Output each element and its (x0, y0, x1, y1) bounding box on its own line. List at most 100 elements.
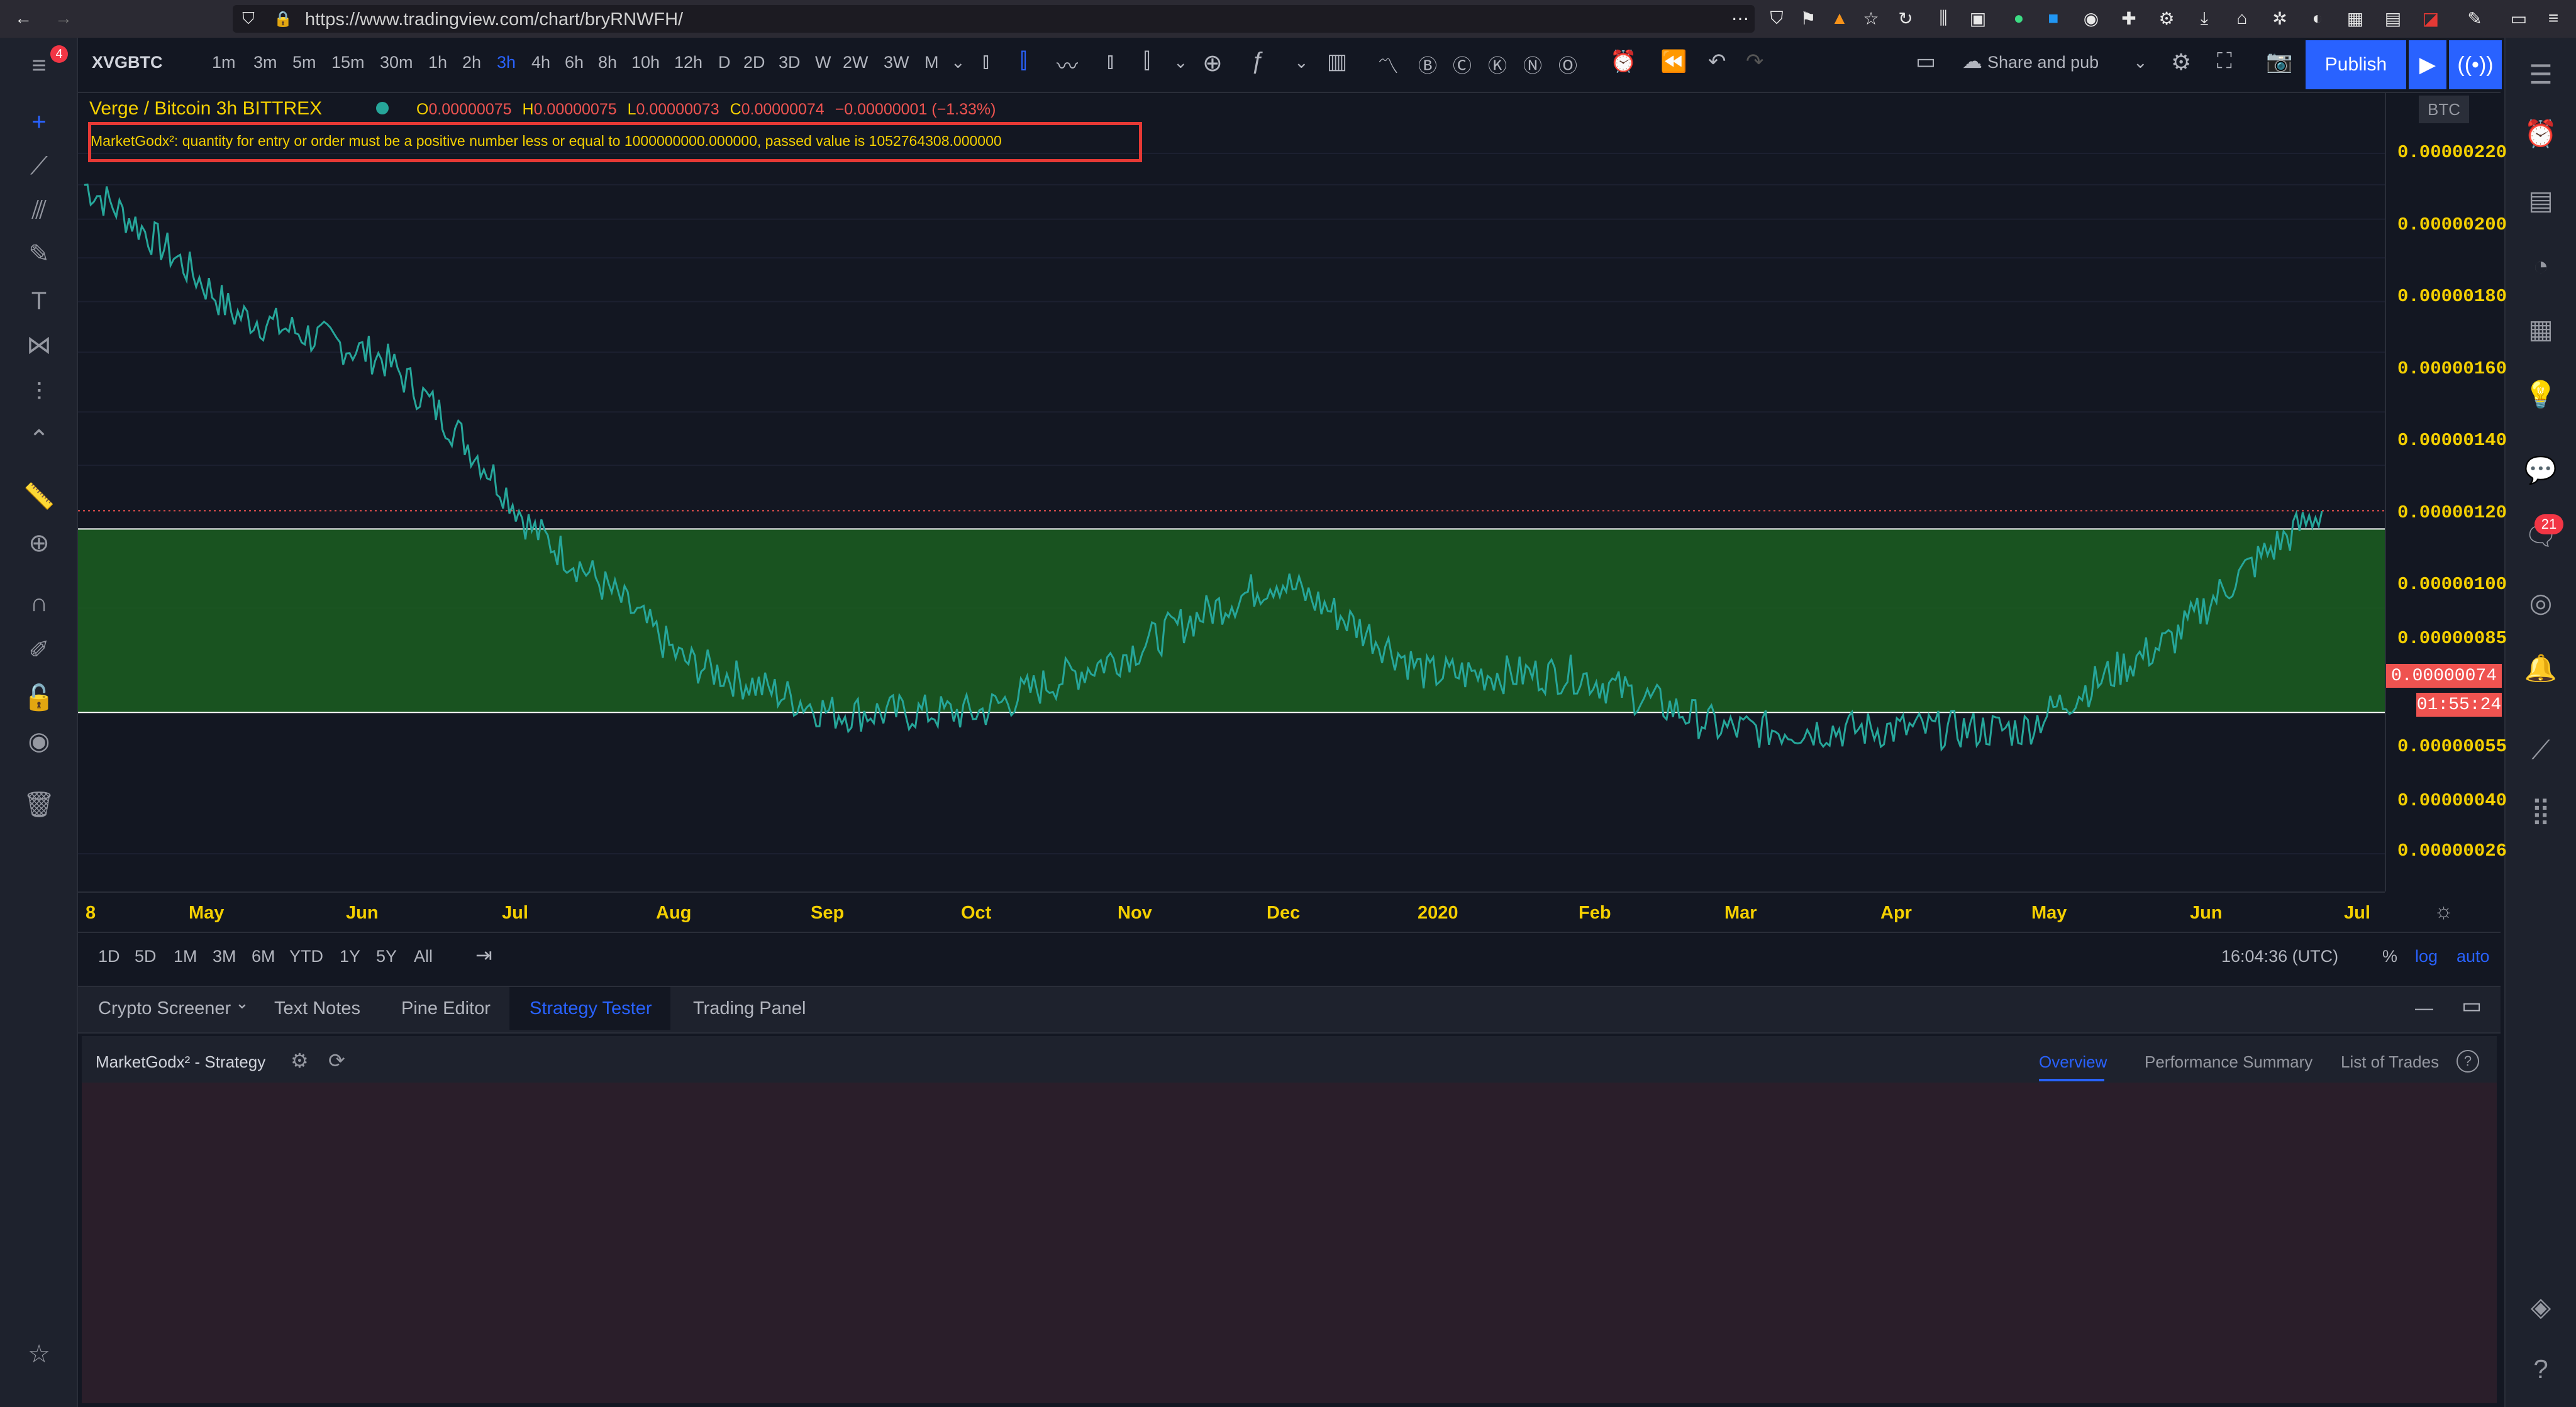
candles-icon[interactable]: ⫿ (1020, 49, 1027, 74)
utc-clock[interactable]: 16:04:36 (UTC) (2221, 947, 2338, 966)
interval-3d[interactable]: 3D (779, 53, 801, 72)
stay-drawing-icon[interactable]: ✐ (24, 635, 54, 665)
interval-3h[interactable]: 3h (497, 53, 516, 72)
log-scale-toggle[interactable]: log (2415, 947, 2438, 966)
fib-icon[interactable]: ⫻ (24, 195, 54, 225)
pocket-icon[interactable]: ⛉ (1767, 8, 1786, 28)
line-chart-icon[interactable]: 〰 (1057, 49, 1078, 80)
chevron-down-icon[interactable]: ⌄ (1174, 53, 1188, 72)
brush-icon[interactable]: ✎ (24, 239, 54, 269)
layers-icon[interactable]: ◈ (2523, 1289, 2558, 1324)
strategy-name[interactable]: MarketGodx² - Strategy (96, 1052, 265, 1072)
sidebar-icon[interactable]: ▣ (1968, 9, 1987, 28)
chat-icon[interactable]: 💬 (2523, 453, 2558, 488)
zoom-icon[interactable]: ⊕ (24, 528, 54, 558)
extension-icon[interactable]: ▤ (2384, 9, 2402, 28)
star-icon[interactable]: ☆ (1862, 9, 1880, 28)
interval-12h[interactable]: 12h (674, 53, 702, 72)
interval-10h[interactable]: 10h (631, 53, 660, 72)
symbol-legend-title[interactable]: Verge / Bitcoin 3h BITTREX (89, 98, 322, 119)
price-chart[interactable] (78, 93, 2385, 891)
forward-icon[interactable]: → (54, 8, 73, 28)
tab-pine-editor[interactable]: Pine Editor (401, 998, 491, 1019)
download-icon[interactable]: ⤓ (2195, 8, 2214, 28)
share-and-publish[interactable]: Share and pub (1987, 53, 2099, 72)
extension-icon[interactable]: ◐ (2308, 8, 2327, 28)
interval-w[interactable]: W (815, 53, 831, 72)
gear-icon[interactable]: ⚙ (2157, 9, 2176, 28)
symbol-search[interactable]: XVGBTC (92, 53, 163, 72)
goto-date-icon[interactable]: ⇥ (475, 943, 492, 967)
trash-icon[interactable]: 🗑 (23, 789, 55, 819)
interval-2d[interactable]: 2D (743, 53, 765, 72)
lock-icon[interactable]: 🔓 (23, 682, 55, 712)
hamburger-menu-icon[interactable]: ≡ (24, 50, 54, 80)
interval-30m[interactable]: 30m (380, 53, 413, 72)
n-icon[interactable]: Ⓝ (1523, 50, 1542, 78)
calendar-icon[interactable]: ▦ (2523, 311, 2558, 346)
minimize-panel-icon[interactable]: — (2415, 998, 2433, 1019)
data-window-icon[interactable]: ▤ (2523, 182, 2558, 218)
trading-icon[interactable]: ⟋ (2523, 732, 2558, 768)
chevron-down-icon[interactable]: ⌄ (1294, 53, 1309, 72)
extension-icon[interactable]: ▦ (2346, 9, 2365, 28)
interval-8h[interactable]: 8h (598, 53, 617, 72)
ha-icon[interactable]: ⫿ (1143, 49, 1150, 74)
waves-icon[interactable]: 〽 (1377, 49, 1399, 80)
crosshair-icon[interactable]: + (24, 107, 54, 137)
extension-icon[interactable]: ▭ (2509, 9, 2528, 28)
back-icon[interactable]: ← (14, 8, 33, 28)
auto-scale-toggle[interactable]: auto (2457, 947, 2490, 966)
prediction-icon[interactable]: ⫶ (24, 377, 54, 407)
tab-performance-summary[interactable]: Performance Summary (2145, 1052, 2312, 1072)
price-scale[interactable] (2385, 93, 2506, 891)
interval-3w[interactable]: 3W (884, 53, 909, 72)
extension-icon[interactable]: ◉ (2082, 9, 2101, 28)
flag-icon[interactable]: ⚑ (1799, 9, 1818, 28)
range-1y[interactable]: 1Y (340, 947, 360, 966)
trend-line-icon[interactable]: ⟋ (24, 151, 54, 181)
interval-2h[interactable]: 2h (462, 53, 481, 72)
strategy-settings-gear-icon[interactable]: ⚙ (291, 1049, 309, 1073)
settings-icon[interactable]: ✲ (2270, 9, 2289, 28)
interval-2w[interactable]: 2W (843, 53, 869, 72)
b-icon[interactable]: Ⓑ (1418, 50, 1437, 78)
library-icon[interactable]: ⫼ (1934, 8, 1953, 28)
publish-button[interactable]: Publish (2306, 40, 2406, 89)
ideas-bulb-icon[interactable]: 💡 (2523, 377, 2558, 412)
reload-icon[interactable]: ↻ (1896, 9, 1915, 28)
extension-icon[interactable]: ◪ (2421, 9, 2440, 28)
bars-icon[interactable]: ⫾ (1107, 49, 1114, 74)
magnet-icon[interactable]: ∩ (24, 588, 54, 618)
o-icon[interactable]: Ⓞ (1558, 50, 1577, 78)
fullscreen-icon[interactable]: ⛶ (2217, 49, 2232, 74)
tab-list-of-trades[interactable]: List of Trades (2341, 1052, 2439, 1072)
gear-icon[interactable]: ⚙ (2171, 49, 2191, 75)
replay-icon[interactable]: ⏪ (1660, 49, 1687, 74)
hotlist-icon[interactable]: ◔ (2523, 248, 2558, 284)
layout-icon[interactable]: ▭ (1916, 49, 1936, 74)
tab-crypto-screener[interactable]: Crypto Screener (98, 998, 231, 1019)
menu-icon[interactable]: ≡ (2544, 8, 2563, 28)
range-6m[interactable]: 6M (252, 947, 275, 966)
help-icon[interactable]: ? (2457, 1050, 2479, 1073)
interval-15m[interactable]: 15m (331, 53, 365, 72)
favorites-star-icon[interactable]: ☆ (24, 1339, 54, 1369)
help-icon[interactable]: ? (2523, 1352, 2558, 1387)
currency-label[interactable]: BTC (2419, 96, 2469, 123)
streams-icon[interactable]: ◎ (2523, 585, 2558, 620)
tab-overview[interactable]: Overview (2039, 1052, 2107, 1072)
bar-type-icon[interactable]: ⫾ (982, 49, 989, 74)
chevron-down-icon[interactable]: ⌄ (951, 53, 965, 72)
tab-trading-panel[interactable]: Trading Panel (693, 998, 806, 1019)
camera-icon[interactable]: 📷 (2266, 49, 2292, 74)
puzzle-icon[interactable]: ✚ (2119, 9, 2138, 28)
strategy-source-icon[interactable]: ⟳ (328, 1049, 345, 1073)
redo-icon[interactable]: ↷ (1746, 49, 1764, 74)
tab-strategy-tester[interactable]: Strategy Tester (530, 998, 652, 1019)
range-3m[interactable]: 3M (213, 947, 236, 966)
url-text[interactable]: https://www.tradingview.com/chart/bryRNW… (305, 9, 683, 30)
undo-icon[interactable]: ↶ (1708, 49, 1726, 74)
dom-icon[interactable]: ⣿ (2523, 792, 2558, 827)
tab-text-notes[interactable]: Text Notes (274, 998, 360, 1019)
